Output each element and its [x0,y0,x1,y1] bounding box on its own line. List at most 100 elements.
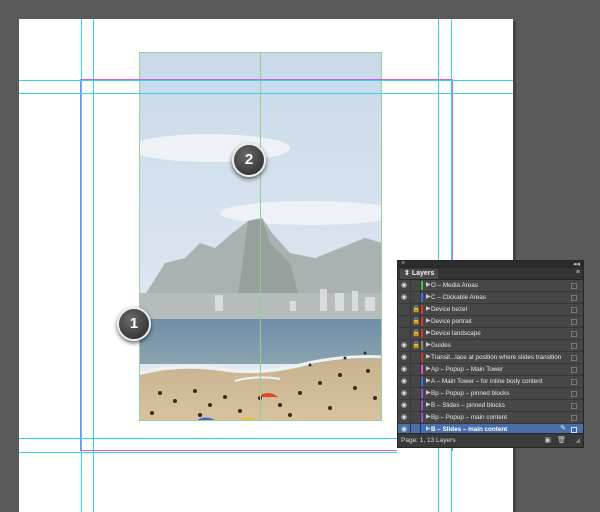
layers-panel: × ◂◂ ⇕ Layers ≡ ◉ ▶ O – Media Areas ◉ ▶ C – C… [397,260,584,448]
expand-triangle-icon[interactable]: ▶ [426,365,431,372]
layer-color-swatch [421,413,423,422]
column-divider [410,376,411,387]
layer-row[interactable]: 🔒 ▶ Device landscape [398,328,583,340]
expand-triangle-icon[interactable]: ▶ [426,377,431,384]
panel-footer: Page: 1, 13 Layers ▣ 🗑 ◢ [398,433,583,447]
step-marker-2: 2 [232,143,266,177]
column-divider [410,412,411,423]
layer-name: Device landscape [431,330,481,337]
guide-horizontal[interactable] [19,438,397,439]
tab-label: Layers [411,270,435,277]
layer-name: Bp – Popup – main content [431,414,507,421]
layer-name: A – Main Tower – for inline body content [431,378,543,385]
selection-box[interactable] [571,367,577,373]
layer-row[interactable]: ◉ ▶ Transit...lace at position where slide… [398,352,583,364]
expand-triangle-icon[interactable]: ▶ [426,305,431,312]
expand-triangle-icon[interactable]: ▶ [426,425,431,432]
selection-box[interactable] [571,343,577,349]
beach-photo-graphic [140,53,381,420]
lock-icon[interactable]: 🔒 [412,305,420,313]
lock-icon[interactable]: 🔒 [412,341,420,349]
selection-box[interactable] [571,403,577,409]
layer-count-info: Page: 1, 13 Layers [401,437,456,444]
visibility-eye-icon[interactable]: ◉ [401,341,408,349]
selection-box[interactable] [571,295,577,301]
panel-menu-icon[interactable]: ≡ [576,269,580,276]
column-guide [260,52,261,421]
expand-triangle-icon[interactable]: ▶ [426,401,431,408]
margin-guide-bottom [80,450,397,451]
trash-icon[interactable]: 🗑 [557,436,566,444]
visibility-eye-icon[interactable]: ◉ [401,293,408,301]
layer-color-swatch [421,293,423,302]
layer-name: O – Media Areas [431,282,478,289]
layer-row[interactable]: ◉ ▶ O – Media Areas [398,280,583,292]
visibility-eye-icon[interactable]: ◉ [401,281,408,289]
panel-tab-bar: ⇕ Layers ≡ [398,268,583,280]
layer-row[interactable]: ◉ ▶ C – Clickable Areas [398,292,583,304]
guide-horizontal[interactable] [19,80,513,81]
layer-color-swatch [421,329,423,338]
column-divider [410,304,411,315]
layer-color-swatch [421,389,423,398]
layer-color-swatch [421,401,423,410]
column-divider [410,364,411,375]
guide-horizontal[interactable] [19,452,397,453]
close-icon[interactable]: × [401,260,405,267]
selection-box[interactable] [571,379,577,385]
visibility-eye-icon[interactable]: ◉ [401,401,408,409]
layer-row[interactable]: ◉ ▶ A – Main Tower – for inline body conte… [398,376,583,388]
expand-triangle-icon[interactable]: ▶ [426,317,431,324]
layer-row[interactable]: ◉ ▶ Ap – Popup – Main Tower [398,364,583,376]
lock-icon[interactable]: 🔒 [412,317,420,325]
expand-triangle-icon[interactable]: ▶ [426,341,431,348]
visibility-eye-icon[interactable]: ◉ [401,377,408,385]
visibility-eye-icon[interactable]: ◉ [401,353,408,361]
guide-horizontal[interactable] [19,93,513,94]
layer-name: C – Clickable Areas [431,294,486,301]
layer-row[interactable]: 🔒 ▶ Device bezel [398,304,583,316]
selection-box[interactable] [571,319,577,325]
visibility-eye-icon[interactable]: ◉ [401,365,408,373]
layer-row[interactable]: ◉ ▶ Bp – Popup – pinned blocks [398,388,583,400]
selection-box[interactable] [571,331,577,337]
layer-list: ◉ ▶ O – Media Areas ◉ ▶ C – Clickable Areas 🔒 ▶… [398,280,583,436]
selection-box[interactable] [571,391,577,397]
layer-name: Bp – Popup – pinned blocks [431,390,510,397]
layer-row[interactable]: ◉ 🔒 ▶ Guides [398,340,583,352]
column-divider [410,328,411,339]
expand-triangle-icon[interactable]: ▶ [426,413,431,420]
panel-title-strip[interactable]: × ◂◂ [398,260,583,268]
visibility-eye-icon[interactable]: ◉ [401,413,408,421]
tab-chevron-icon: ⇕ [404,270,410,277]
layer-color-swatch [421,305,423,314]
selection-box[interactable] [571,415,577,421]
new-layer-icon[interactable]: ▣ [544,436,551,444]
selection-box[interactable] [571,355,577,361]
resize-grip-icon[interactable]: ◢ [575,437,580,444]
visibility-eye-icon[interactable]: ◉ [401,389,408,397]
expand-triangle-icon[interactable]: ▶ [426,293,431,300]
layer-color-swatch [421,365,423,374]
expand-triangle-icon[interactable]: ▶ [426,329,431,336]
collapse-icon[interactable]: ◂◂ [573,260,580,268]
layer-row[interactable]: ◉ ▶ B – Slides – pinned blocks [398,400,583,412]
expand-triangle-icon[interactable]: ▶ [426,281,431,288]
column-divider [410,280,411,291]
expand-triangle-icon[interactable]: ▶ [426,389,431,396]
margin-guide-left [80,79,81,451]
visibility-eye-icon[interactable]: ◉ [401,425,408,433]
column-divider [410,292,411,303]
layer-color-swatch [421,317,423,326]
selection-box[interactable] [571,307,577,313]
selection-box[interactable] [571,283,577,289]
tab-layers[interactable]: ⇕ Layers [400,269,439,279]
layer-name: B – Slides – pinned blocks [431,402,505,409]
layer-color-swatch [421,377,423,386]
layer-color-swatch [421,281,423,290]
layer-color-swatch [421,353,423,362]
expand-triangle-icon[interactable]: ▶ [426,353,431,360]
layer-row[interactable]: 🔒 ▶ Device portrait [398,316,583,328]
layer-row[interactable]: ◉ ▶ Bp – Popup – main content [398,412,583,424]
lock-icon[interactable]: 🔒 [412,329,420,337]
